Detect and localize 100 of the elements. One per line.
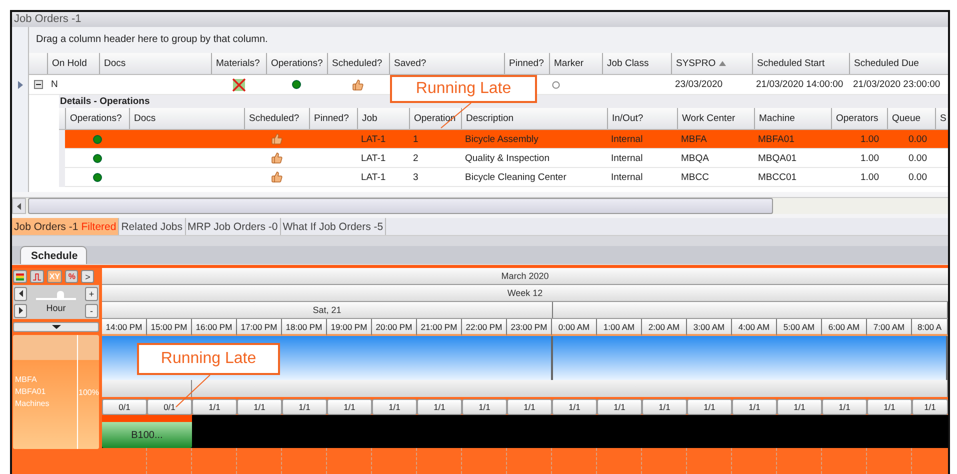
resource-label: Machines (15, 398, 50, 410)
zoom-out-button[interactable]: - (85, 304, 98, 318)
thumbs-up-icon (270, 133, 282, 145)
capacity-count: 1/1 (912, 399, 948, 415)
hour-header: 6:00 AM (822, 319, 867, 336)
table-cell-text: 21/03/2020 14:00:00 (755, 78, 844, 92)
legend-icon (16, 272, 24, 280)
column-header[interactable]: Scheduled? (327, 53, 389, 74)
column-header[interactable]: S (935, 108, 947, 129)
column-header[interactable]: Materials? (211, 53, 266, 74)
view-tab[interactable]: MRP Job Orders -0 (186, 218, 281, 235)
schedule-tab[interactable]: Schedule (20, 246, 87, 264)
capacity-count: 1/1 (417, 399, 462, 415)
hour-header: 0:00 AM (552, 319, 597, 336)
column-header[interactable]: Operators (831, 108, 887, 129)
operation-row[interactable]: LAT-1 3 Bicycle Cleaning Center Internal MBCC MBCC01 1.00 0.00 (65, 168, 948, 187)
horizontal-scrollbar[interactable] (12, 197, 948, 214)
scrollbar-thumb[interactable] (28, 198, 773, 214)
slider-thumb[interactable] (57, 291, 64, 299)
details-title: Details - Operations (59, 95, 151, 108)
view-tab[interactable]: Job Orders -1 Filtered (12, 218, 120, 235)
column-header[interactable]: Scheduled? (244, 108, 309, 129)
column-header[interactable]: Pinned? (309, 108, 357, 129)
view-tab[interactable]: Related Jobs (119, 218, 186, 235)
table-cell-text: 1 (412, 132, 420, 146)
table-cell-text: 3 (412, 170, 420, 184)
zoom-in-button[interactable]: + (85, 286, 98, 300)
table-cell-text: LAT-1 (360, 152, 387, 166)
hour-header: 1:00 AM (597, 319, 642, 336)
column-header[interactable]: Queue (887, 108, 935, 129)
zoom-unit-label: Hour (46, 303, 66, 313)
previous-button[interactable] (14, 286, 27, 300)
column-header[interactable]: Scheduled Due (849, 53, 947, 74)
column-header[interactable]: Job (357, 108, 409, 129)
table-cell-text: Bicycle Assembly (464, 132, 540, 146)
capacity-count: 1/1 (327, 399, 372, 415)
capacity-count: 1/1 (552, 399, 597, 415)
day-header: Sat, 21 (102, 302, 553, 318)
filter-label: Filtered (81, 220, 116, 232)
column-header[interactable]: On Hold (47, 53, 99, 74)
resource-label: MBFA (15, 374, 38, 386)
callout-label: Running Late (137, 343, 280, 375)
column-header[interactable]: Scheduled Start (752, 53, 849, 74)
view-tab[interactable]: What If Job Orders -5 (280, 218, 386, 235)
right-arrow-icon (18, 307, 22, 314)
column-header[interactable]: Machine (754, 108, 831, 129)
table-cell-text: 1.00 (860, 170, 880, 184)
operation-row[interactable]: LAT-1 2 Quality & Inspection Internal MBQA MBQA01 1.00 0.00 (65, 149, 948, 168)
scroll-left-icon[interactable] (12, 198, 26, 214)
capacity-count: 1/1 (372, 399, 417, 415)
column-header[interactable]: Docs (129, 108, 244, 129)
table-cell-text: LAT-1 (360, 170, 387, 184)
table-cell-text: 2 (412, 152, 420, 166)
capacity-count: 1/1 (462, 399, 507, 415)
leader-line (175, 375, 211, 408)
column-header[interactable]: Operations? (65, 108, 129, 129)
capacity-count: 1/1 (687, 399, 732, 415)
hour-header: 7:00 AM (867, 319, 912, 336)
job-bar[interactable]: B100... (102, 415, 192, 448)
step-chart-icon (32, 272, 41, 280)
radio-icon[interactable] (552, 80, 560, 88)
thumbs-up-icon (352, 78, 364, 90)
hour-header: 19:00 PM (327, 319, 372, 336)
table-cell-text: MBCC (680, 170, 710, 184)
caret-down-icon (52, 325, 60, 329)
column-header[interactable]: Docs (99, 53, 211, 74)
column-header[interactable]: Job Class (602, 53, 671, 74)
capacity-count: 1/1 (507, 399, 552, 415)
column-header[interactable]: Saved? (389, 53, 504, 74)
window-title: Job Orders -1 (12, 12, 948, 27)
table-cell-text: 1.00 (860, 152, 880, 166)
table-cell-text: Internal (610, 132, 644, 146)
collapse-icon[interactable] (34, 80, 42, 89)
hour-header: 22:00 PM (462, 319, 507, 336)
left-arrow-icon (18, 290, 22, 297)
hour-header: 5:00 AM (777, 319, 822, 336)
capacity-count: 1/1 (597, 399, 642, 415)
column-header[interactable]: In/Out? (607, 108, 677, 129)
collapse-button[interactable] (13, 322, 99, 332)
capacity-count: 1/1 (822, 399, 867, 415)
column-header[interactable]: SYSPRO (671, 53, 752, 74)
table-cell-text: Bicycle Cleaning Center (464, 170, 568, 184)
capacity-count: 1/1 (192, 399, 237, 415)
operation-row[interactable]: LAT-1 1 Bicycle Assembly Internal MBFA MBFA01 1.00 0.00 (65, 130, 948, 149)
next-button[interactable] (14, 304, 27, 318)
expand-button[interactable]: > (81, 270, 94, 283)
table-cell-text: MBCC01 (757, 170, 798, 184)
utilization-label: 100% (78, 388, 99, 396)
column-header[interactable]: Marker (549, 53, 602, 74)
table-cell-text: MBFA01 (757, 132, 796, 146)
table-cell-text: MBQA (680, 152, 710, 166)
hour-header: 23:00 PM (507, 319, 552, 336)
column-header[interactable]: Work Center (677, 108, 754, 129)
table-cell-text: N (50, 78, 59, 92)
hour-header: 15:00 PM (147, 319, 192, 336)
column-header[interactable]: Operations? (266, 53, 327, 74)
column-header[interactable]: Description (461, 108, 607, 129)
column-header[interactable]: Pinned? (504, 53, 549, 74)
table-cell-text: MBFA (680, 132, 708, 146)
table-cell-text: 0.00 (908, 132, 928, 146)
